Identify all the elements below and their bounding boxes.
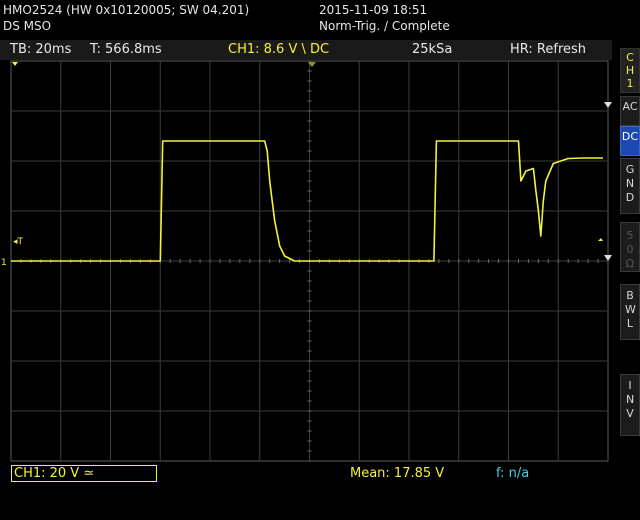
device-type: DS MSO xyxy=(3,19,52,33)
dc-coupling-button[interactable]: DC xyxy=(620,126,640,156)
date-time: 2015-11-09 18:51 xyxy=(319,3,428,17)
channel-tab-char: 1 xyxy=(626,77,634,90)
frequency-measurement[interactable]: f: n/a xyxy=(496,466,529,482)
title-bar: HMO2524 (HW 0x10120005; SW 04.201) DS MS… xyxy=(0,0,640,40)
waveform-display[interactable]: ◂T 1 xyxy=(0,60,618,462)
channel-trigger-readout[interactable]: CH1: 8.6 V \ DC xyxy=(228,42,329,58)
timebase-readout[interactable]: TB: 20ms xyxy=(10,42,71,58)
trigger-level-marker[interactable]: ◂T xyxy=(13,237,24,247)
bandwidth-limit-button[interactable]: BWL xyxy=(620,284,640,340)
channel-tab-char: C xyxy=(626,51,634,64)
channel-scale-box[interactable]: CH1: 20 V ≃ xyxy=(11,465,157,482)
50-ohm-button[interactable]: 50Ω xyxy=(620,222,640,272)
invert-button[interactable]: INV xyxy=(620,374,640,436)
channel-1-ground-marker[interactable]: 1 xyxy=(1,258,7,268)
channel-tab-char: H xyxy=(625,64,635,77)
acquisition-mode-readout[interactable]: HR: Refresh xyxy=(510,42,586,58)
ac-coupling-button[interactable]: AC xyxy=(620,96,640,126)
mean-measurement[interactable]: Mean: 17.85 V xyxy=(350,466,444,482)
gnd-coupling-button[interactable]: GND xyxy=(620,158,640,214)
device-model: HMO2524 (HW 0x10120005; SW 04.201) xyxy=(3,3,250,17)
trigger-time-readout[interactable]: T: 566.8ms xyxy=(90,42,162,58)
channel-1-tab[interactable]: C H 1 xyxy=(620,48,640,93)
channel-menu-sidebar: C H 1 AC DC GND 50Ω BWL INV xyxy=(618,40,640,520)
trigger-status: Norm-Trig. / Complete xyxy=(319,19,450,33)
info-bar: TB: 20ms T: 566.8ms CH1: 8.6 V \ DC 25kS… xyxy=(0,40,612,60)
sample-rate-readout: 25kSa xyxy=(412,42,453,57)
